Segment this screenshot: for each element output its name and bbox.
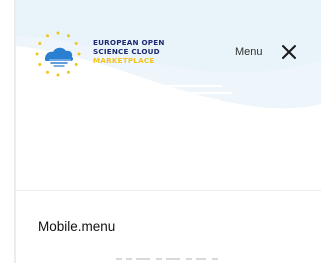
close-icon[interactable]: [280, 43, 298, 61]
menu-divider: [16, 190, 321, 191]
brand-line-3: MARKETPLACE: [93, 56, 155, 65]
brand-line-1: EUROPEAN OPEN: [93, 38, 165, 47]
mobile-menu-panel: EUROPEAN OPEN SCIENCE CLOUD MARKETPLACE …: [16, 0, 321, 263]
brand-line-2: SCIENCE CLOUD: [93, 47, 160, 56]
scroll-hint-dots: [116, 258, 218, 260]
brand-wordmark[interactable]: EUROPEAN OPEN SCIENCE CLOUD MARKETPLACE: [93, 38, 165, 65]
eosc-logo-icon[interactable]: [33, 29, 83, 79]
menu-item-mobile-menu[interactable]: Mobile.menu: [38, 219, 115, 234]
menu-label: Menu: [235, 46, 263, 58]
